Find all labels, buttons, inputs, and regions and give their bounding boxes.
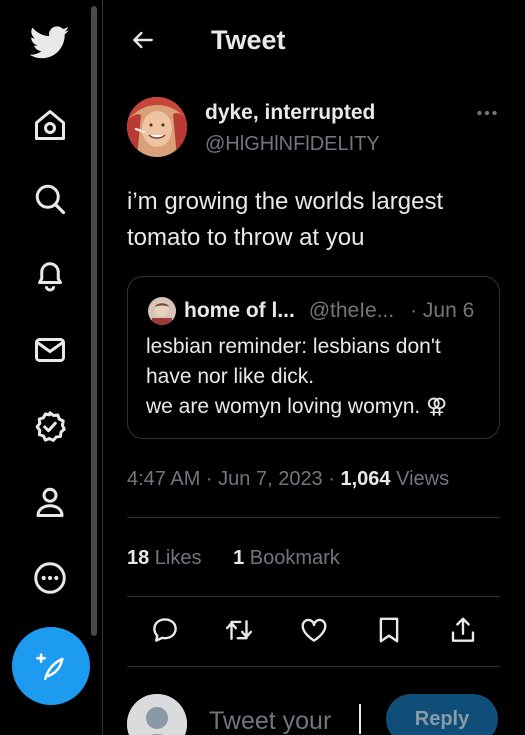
tweet-text: i’m growing the worlds largest tomato to… [127,188,444,251]
author-avatar[interactable] [127,97,187,157]
author-name[interactable]: dyke, interrupted [205,100,375,126]
user-avatar[interactable] [127,694,187,735]
text-caret [359,704,361,734]
quote-avatar [148,297,176,325]
views-label: Views [390,468,450,490]
tweet-meta: 4:47 AM · Jun 7, 2023 · 1,064 Views [127,466,449,492]
bookmarks-count: 1 [233,547,245,569]
header: Tweet [103,0,525,80]
share-icon[interactable] [445,612,481,648]
page-title: Tweet [211,25,286,55]
notifications-icon[interactable] [30,255,70,295]
likes-stat[interactable]: 18 Likes [127,547,202,569]
reply-input[interactable]: Tweet your [209,706,331,735]
quote-header: home of l... @theIe... · Jun 6 [184,297,474,325]
quote-author-name: home of l... [184,299,295,322]
quote-date: · Jun 6 [410,299,475,322]
verified-icon[interactable] [30,407,70,447]
more-icon[interactable] [469,98,505,128]
divider [127,666,500,667]
home-icon[interactable] [30,105,70,145]
divider [127,596,500,597]
views-count: 1,064 [340,468,391,490]
quote-author-handle: @theIe... [308,299,395,322]
divider [127,517,500,518]
likes-label: Likes [149,547,202,569]
likes-count: 18 [127,547,150,569]
tweet-detail: Tweet dyke, interrupted @HlGHlNFlDELITY … [103,0,525,735]
reply-icon[interactable] [147,612,183,648]
bookmark-icon[interactable] [371,612,407,648]
retweet-icon[interactable] [221,612,257,648]
compose-tweet-button[interactable] [12,627,90,705]
author-handle[interactable]: @HlGHlNFlDELITY [205,131,380,157]
bookmarks-stat[interactable]: 1 Bookmark [233,547,340,569]
reply-composer: Tweet your Reply [103,680,525,735]
tweet-timestamp[interactable]: 4:47 AM · Jun 7, 2023 · [127,468,340,490]
bookmarks-label: Bookmark [244,547,340,569]
sidebar [0,0,100,735]
like-icon[interactable] [296,612,332,648]
compose-icon [36,653,64,681]
sidebar-scrollbar[interactable] [91,6,97,636]
twitter-logo-icon[interactable] [30,22,70,62]
more-options-icon[interactable] [30,558,70,598]
reply-button[interactable]: Reply [386,694,498,735]
quoted-tweet[interactable]: home of l... @theIe... · Jun 6 lesbian r… [127,276,500,439]
action-bar [127,612,500,652]
profile-icon[interactable] [30,482,70,522]
messages-icon[interactable] [30,330,70,370]
quote-text: lesbian reminder: lesbians don't have no… [146,335,448,418]
tweet-stats: 18 Likes 1 Bookmark [127,545,340,571]
search-icon[interactable] [30,179,70,219]
back-arrow-icon[interactable] [127,24,159,56]
